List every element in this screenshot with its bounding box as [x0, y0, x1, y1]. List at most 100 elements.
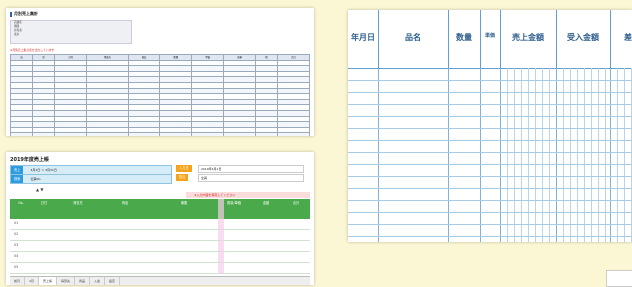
table-cell [159, 132, 193, 136]
table-cell [191, 132, 225, 136]
ledger-digit-line [563, 68, 564, 242]
grid-row[interactable]: 01 [10, 219, 310, 230]
staff-field[interactable]: 全員 [198, 174, 304, 182]
ledger-digit-line [542, 68, 543, 242]
ledger-digit-line [617, 68, 618, 242]
row-number: 05 [14, 265, 19, 269]
filter-row[interactable]: 表示 [11, 33, 131, 37]
ledger-digit-line [521, 68, 522, 242]
sales-tag: 売上 [11, 166, 24, 174]
table-cell [86, 132, 129, 136]
sales-table: 店区日付 得意先 商品 数量 単価 金額税合計 [9, 54, 310, 136]
sheet-title: 月別売上集計 [10, 11, 38, 17]
row-number: 01 [14, 221, 19, 225]
grid-row[interactable]: 04 [10, 252, 310, 263]
ledger-row-line [348, 80, 632, 81]
date-tag: 入力日 [176, 165, 192, 172]
slip-field[interactable]: 伝票No [30, 177, 40, 181]
sheet-tab[interactable]: 設定 [105, 277, 121, 285]
table-cell [277, 132, 310, 136]
grid-header-cell: No. [18, 201, 24, 205]
sheet-note: ※月別売上集計表を出力しています [10, 48, 55, 52]
period-field[interactable]: 4月1日 ～ 3月31日 [30, 168, 56, 172]
date-field[interactable]: 2019年4月1日 [198, 165, 304, 173]
table-cell [254, 132, 279, 136]
grid-rows: 01 02 03 04 05 [10, 219, 310, 274]
ledger-digit-line [598, 68, 599, 242]
table-cell [54, 132, 88, 136]
ledger-row-line [348, 128, 632, 129]
row-number: 04 [14, 254, 19, 258]
ledger-header-cell: 受入金額 [556, 10, 611, 68]
ledger-row-line [348, 152, 632, 153]
ledger-column-line [556, 68, 557, 242]
table-cell [223, 132, 256, 136]
filter-box[interactable]: 店舗名 期間 担当者 表示 [10, 20, 132, 44]
grid-header: No. 日付 得意先 商品 摘要 数量/単価 金額 合計 [10, 199, 310, 219]
highlight-column [218, 199, 224, 274]
app-title: 2019年度売上帳 [10, 157, 49, 163]
sheet-tab[interactable]: 前月 [10, 277, 26, 285]
grid-header-cell: 商品 [121, 201, 129, 205]
ledger-digit-line [577, 68, 578, 242]
ledger-row-line [348, 92, 632, 93]
ledger-header-cell: 売上金額 [500, 10, 557, 68]
ledger-row-line [348, 212, 632, 213]
ledger-row-line [348, 104, 632, 105]
grid-header-cell: 得意先 [73, 201, 83, 205]
ledger-digit-line [570, 68, 571, 242]
ledger-header-cell: 差引残高 [610, 10, 632, 68]
ledger-header-cell: 品名 [378, 10, 449, 68]
ledger-row-line [348, 200, 632, 201]
corner-card [606, 270, 632, 287]
ledger-row-line [348, 224, 632, 225]
ledger-column-line [610, 68, 611, 242]
ledger-row-line [348, 236, 632, 237]
ledger-column-line [378, 68, 379, 242]
sheet-tab[interactable]: 得意先 [57, 277, 75, 285]
ledger-header-cell: 数量 [448, 10, 481, 68]
table-cell [9, 132, 34, 136]
sheet-tab[interactable]: 売上帳 [38, 277, 57, 285]
search-tag: 検索 [11, 175, 24, 183]
grid-row[interactable]: 02 [10, 230, 310, 241]
grid-header-cell: 金額 [262, 201, 270, 205]
ledger-digit-line [507, 68, 508, 242]
ledger-digit-line [584, 68, 585, 242]
sales-summary-sheet: 月別売上集計 店舗名 期間 担当者 表示 ※月別売上集計表を出力しています 店区… [6, 8, 314, 136]
ledger-row-line [348, 116, 632, 117]
ledger-column-line [500, 68, 501, 242]
warning-banner: ※入力内容を保存してください [186, 192, 310, 198]
ledger-digit-line [549, 68, 550, 242]
ledger-header: 年月日品名数量単価売上金額受入金額差引残高 [348, 10, 632, 69]
ledger-row-line [348, 176, 632, 177]
grid-row[interactable]: 05 [10, 263, 310, 274]
table-cell [127, 132, 161, 136]
ledger-digit-line [591, 68, 592, 242]
row-number: 02 [14, 232, 19, 236]
sort-arrows[interactable]: ▲ ▼ [36, 187, 43, 192]
row-number: 03 [14, 243, 19, 247]
staff-tag: 担当 [176, 174, 189, 181]
ledger-app-window: 2019年度売上帳 売上 4月1日 ～ 3月31日 検索 伝票No 入力日 担当… [6, 152, 314, 285]
ledger-digit-line [528, 68, 529, 242]
ledger-digit-line [514, 68, 515, 242]
ledger-digit-line [535, 68, 536, 242]
sheet-tab[interactable]: 入金 [90, 277, 105, 285]
grid-row[interactable]: 03 [10, 241, 310, 252]
table-cell [32, 132, 56, 136]
sheet-tabs: 前月 4月 売上帳 得意先 商品 入金 設定 [10, 276, 310, 285]
sheet-tab[interactable]: 4月 [25, 277, 39, 285]
sheet-tab[interactable]: 商品 [75, 277, 90, 285]
ledger-row-line [348, 140, 632, 141]
right-info-box: 入力日 担当 2019年4月1日 全員 [176, 165, 308, 182]
paper-ledger: 年月日品名数量単価売上金額受入金額差引残高 [348, 10, 632, 242]
ledger-digit-line [605, 68, 606, 242]
grid-header-cell: 摘要 [180, 201, 188, 205]
search-bar[interactable]: 検索 伝票No [10, 174, 172, 184]
ledger-header-cell: 年月日 [348, 10, 379, 68]
grid-header-cell: 日付 [40, 201, 48, 205]
grid-header-cell: 合計 [292, 201, 300, 205]
table-row[interactable] [9, 132, 310, 136]
ledger-header-cell: 単価 [480, 10, 501, 68]
